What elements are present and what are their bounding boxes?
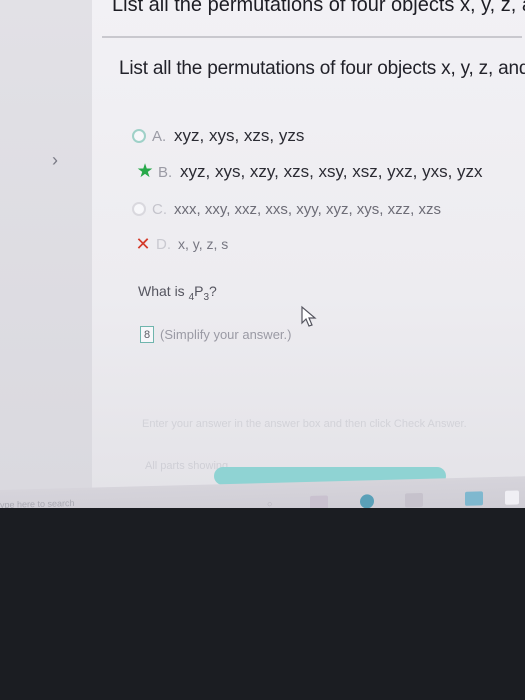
correct-star-icon: ★ xyxy=(136,161,154,182)
page-title: List all the permutations of four object… xyxy=(112,0,525,16)
radio-icon[interactable] xyxy=(130,127,148,145)
subquestion: What is 4P3? xyxy=(138,283,217,303)
answer-input[interactable]: 8 xyxy=(140,326,154,343)
subquestion-end: ? xyxy=(209,283,217,299)
choice-text: xyz, xys, xzy, xzs, xsy, xsz, yxz, yxs, … xyxy=(180,162,483,181)
footer-instruction: Enter your answer in the answer box and … xyxy=(142,418,467,430)
choice-b[interactable]: ★ B. xyz, xys, xzy, xzs, xsy, xsz, yxz, … xyxy=(136,160,483,184)
mouse-cursor-icon xyxy=(301,305,317,327)
task-view-icon[interactable] xyxy=(310,495,328,508)
choice-letter: D. xyxy=(156,235,171,253)
browser-icon[interactable] xyxy=(360,494,374,508)
answer-hint: (Simplify your answer.) xyxy=(160,327,292,342)
file-explorer-icon[interactable] xyxy=(405,492,423,508)
subquestion-text: What is xyxy=(138,283,189,299)
choice-text: xyz, xys, xzs, yzs xyxy=(174,126,305,145)
choice-letter: B. xyxy=(158,163,173,181)
choice-d[interactable]: ✕ D. x, y, z, s xyxy=(134,232,228,256)
radio-icon[interactable] xyxy=(130,200,148,218)
choice-letter: A. xyxy=(152,127,167,145)
taskbar-search[interactable]: ype here to search xyxy=(0,498,75,508)
incorrect-x-icon: ✕ xyxy=(135,234,151,254)
chevron-right-icon[interactable]: › xyxy=(52,150,58,171)
choice-letter: C. xyxy=(152,200,167,218)
question-panel: List all the permutations of four object… xyxy=(92,0,525,490)
store-icon[interactable] xyxy=(505,490,519,505)
cortana-icon[interactable]: ○ xyxy=(267,499,275,508)
screen: › List all the permutations of four obje… xyxy=(0,0,525,508)
answer-row: 8 (Simplify your answer.) xyxy=(140,326,291,343)
mail-icon[interactable] xyxy=(465,491,483,506)
left-rail: › xyxy=(0,0,92,490)
choice-a[interactable]: A. xyz, xys, xzs, yzs xyxy=(130,124,304,148)
question-prompt: List all the permutations of four object… xyxy=(119,58,525,79)
divider xyxy=(102,36,522,38)
choice-c[interactable]: C. xxx, xxy, xxz, xxs, xyy, xyz, xys, xz… xyxy=(130,197,441,221)
choice-text: xxx, xxy, xxz, xxs, xyy, xyz, xys, xzz, … xyxy=(174,200,441,218)
choice-text: x, y, z, s xyxy=(178,236,229,252)
